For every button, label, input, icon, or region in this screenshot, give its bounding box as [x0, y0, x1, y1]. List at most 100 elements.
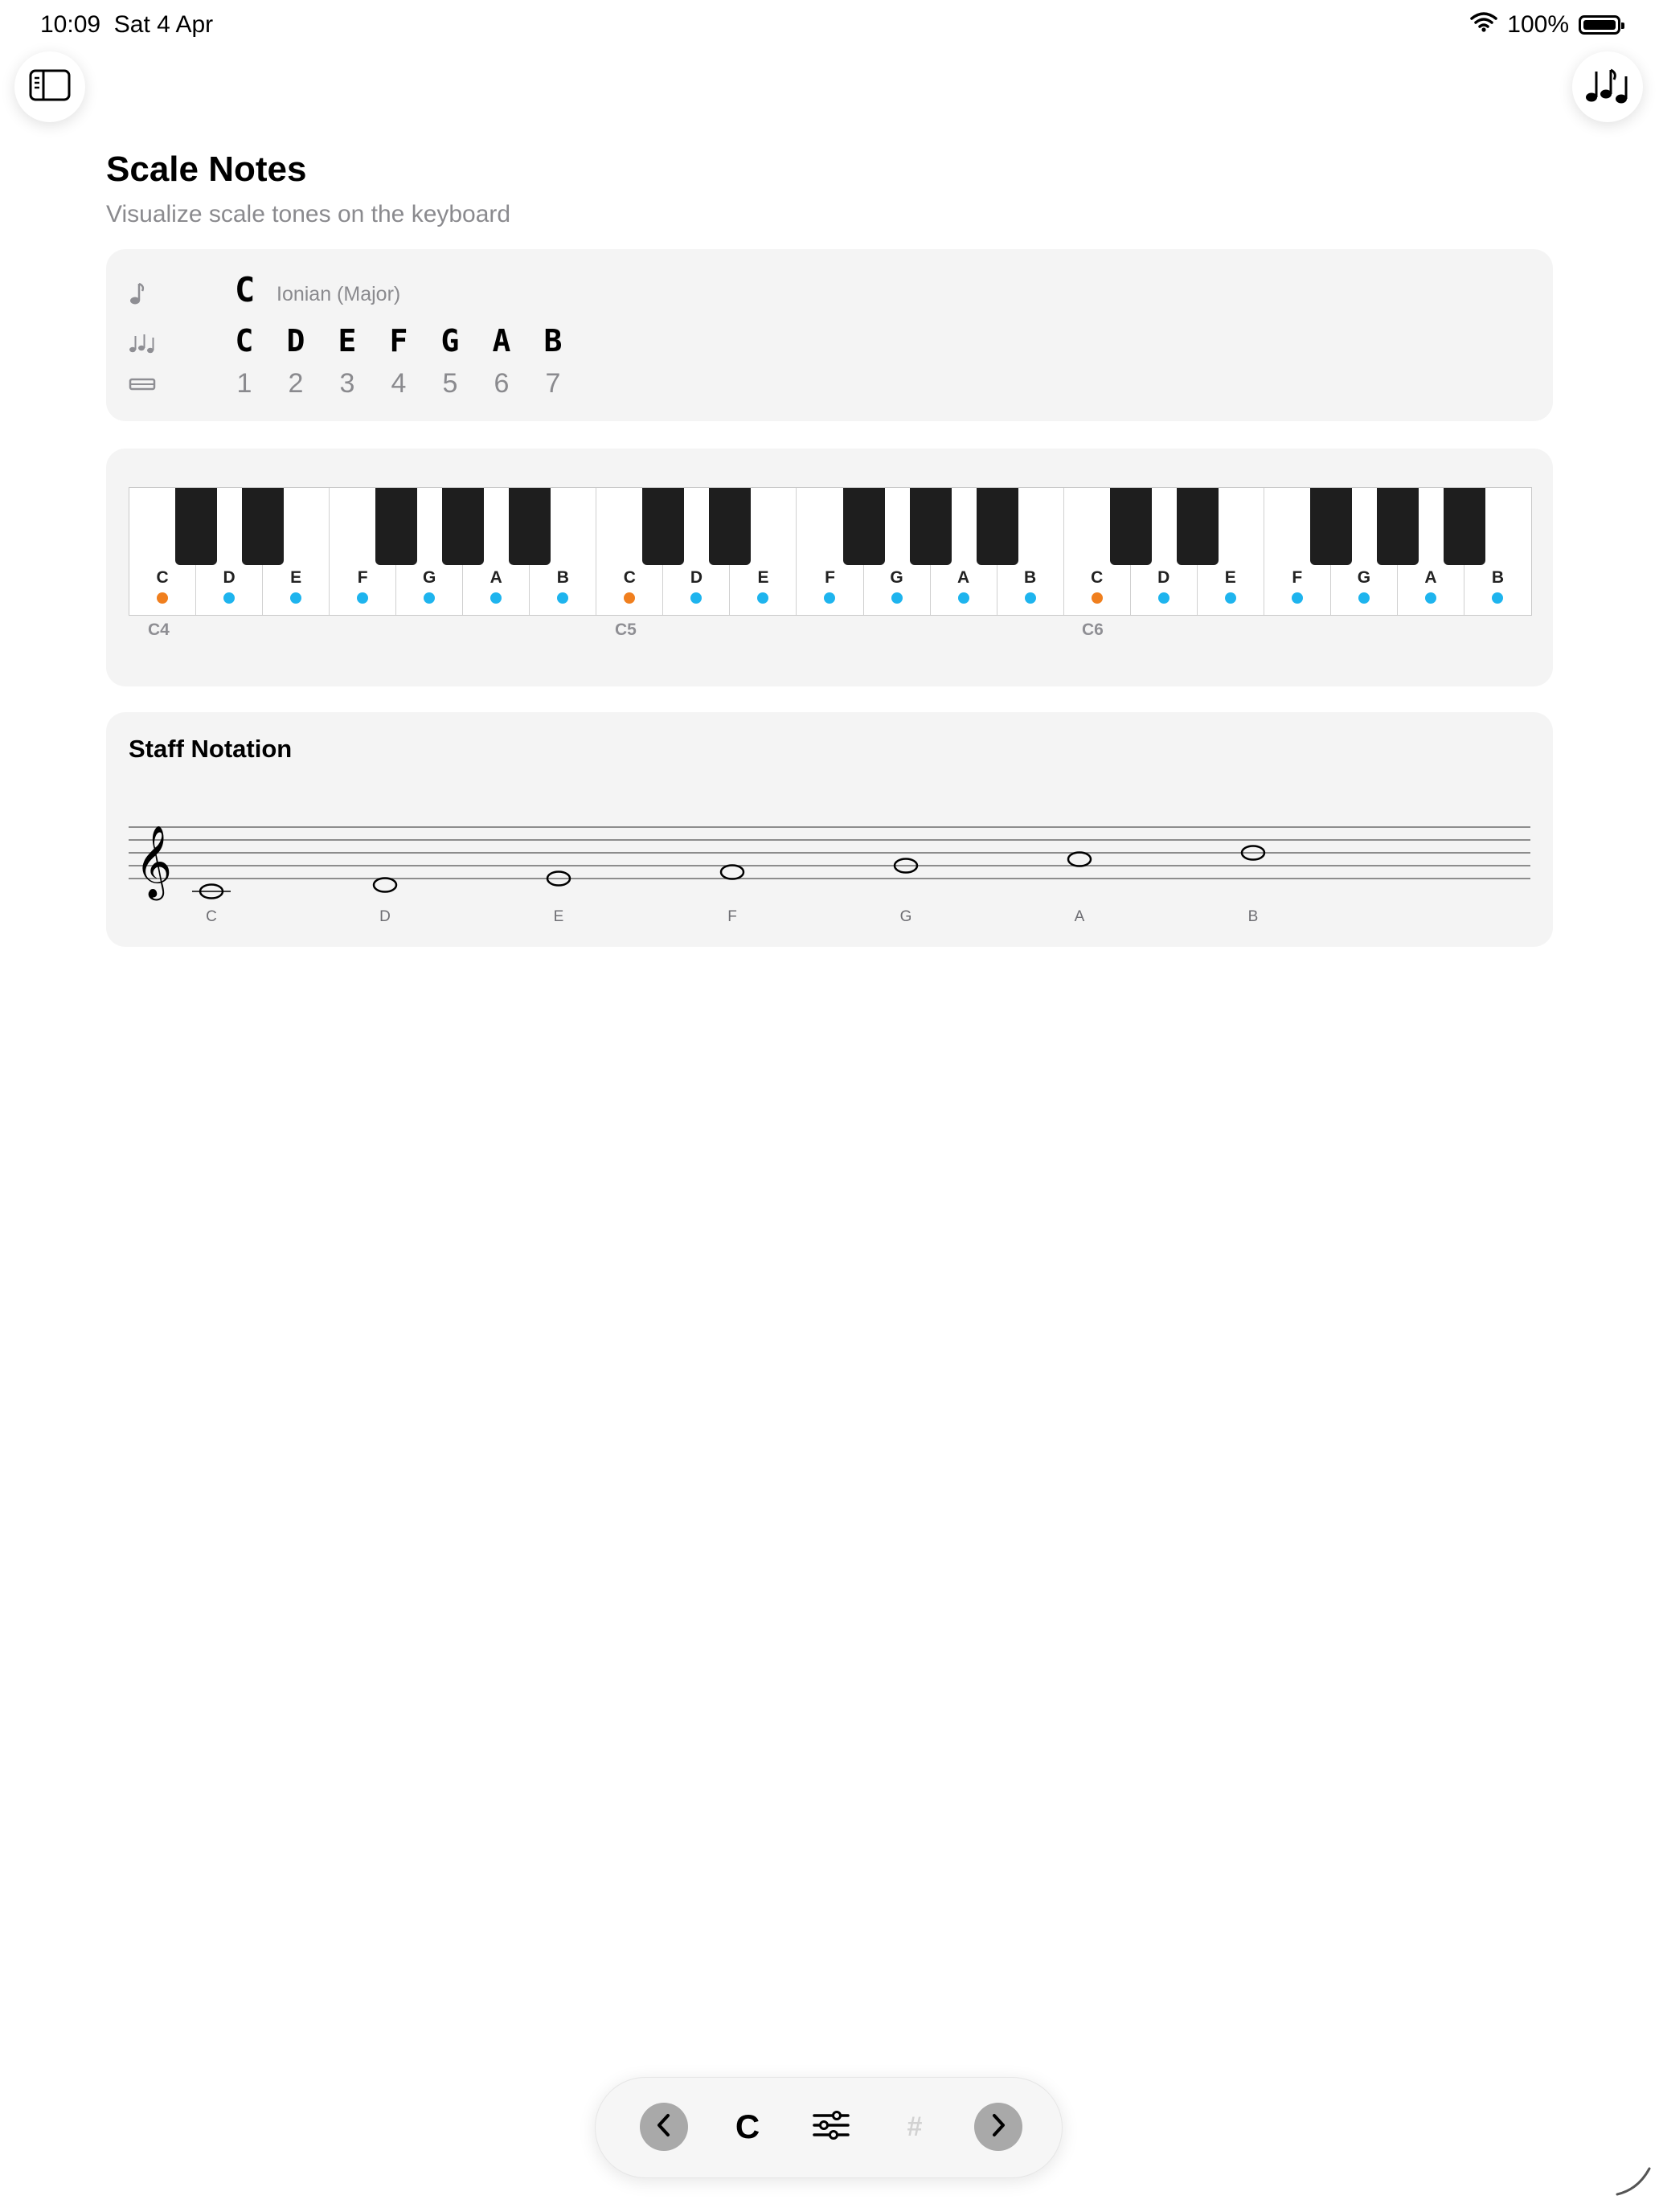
scale-note-dot: [690, 592, 703, 604]
scale-note-dot: [1424, 592, 1436, 604]
octave-label: C4: [148, 621, 170, 639]
black-key[interactable]: [1309, 488, 1352, 565]
single-note-icon: [129, 281, 146, 309]
scale-note-dot: [223, 592, 236, 604]
scale-degree: 2: [288, 368, 304, 399]
scale-note-dot: [290, 592, 302, 604]
scale-note-dot: [557, 592, 569, 604]
root-note-dot: [1091, 592, 1103, 604]
chevron-left-icon: [654, 2113, 674, 2141]
staff-note-label: F: [727, 908, 737, 925]
whole-note: [1067, 851, 1092, 867]
scale-note-dot: [1157, 592, 1169, 604]
settings-button[interactable]: [807, 2103, 855, 2151]
key-label: C: [623, 568, 636, 587]
scale-degree: 5: [442, 368, 458, 399]
key-selector-button[interactable]: C: [723, 2103, 772, 2151]
key-label: D: [1157, 568, 1170, 587]
scale-note-dot: [1224, 592, 1236, 604]
key-label: B: [1024, 568, 1037, 587]
key-label: C: [156, 568, 169, 587]
battery-icon: [1579, 15, 1624, 35]
key-label: E: [290, 568, 302, 587]
key-label: G: [890, 568, 903, 587]
root-note-dot: [624, 592, 636, 604]
scale-note-dot: [357, 592, 369, 604]
key-label: D: [690, 568, 703, 587]
piano-keyboard[interactable]: CDEFGABCDEFGABCDEFGAB: [129, 487, 1532, 616]
black-key[interactable]: [1176, 488, 1219, 565]
black-key[interactable]: [709, 488, 752, 565]
key-label: E: [1224, 568, 1236, 587]
staff-note-label: G: [899, 908, 912, 925]
scale-note: G: [440, 323, 460, 358]
black-key[interactable]: [1109, 488, 1152, 565]
mode-name: Ionian (Major): [276, 283, 401, 305]
scale-note: A: [492, 323, 511, 358]
whole-note: [719, 864, 745, 880]
scale-note-dot: [424, 592, 436, 604]
key-label: F: [825, 568, 835, 587]
root-note: C: [235, 270, 256, 309]
staff-note-label: E: [553, 908, 564, 925]
staff-notation-card: Staff Notation 𝄞 CDEFGAB: [106, 712, 1553, 947]
black-key[interactable]: [375, 488, 418, 565]
scribble-indicator-icon: [1614, 2165, 1653, 2202]
scale-note-dot: [1492, 592, 1504, 604]
key-label: E: [757, 568, 769, 587]
key-label: G: [423, 568, 436, 587]
scale-note: D: [286, 323, 305, 358]
keyboard-icon: [129, 376, 156, 396]
key-label: B: [556, 568, 569, 587]
black-key[interactable]: [442, 488, 485, 565]
black-key[interactable]: [175, 488, 218, 565]
scale-summary-card: C Ionian (Major) C D E F G A B 1 2 3 4 5…: [106, 249, 1553, 421]
scale-degree: 7: [545, 368, 561, 399]
staff-note-label: D: [379, 908, 391, 925]
scale-note-dot: [824, 592, 836, 604]
scale-degree: 4: [391, 368, 407, 399]
staff: 𝄞: [129, 825, 1530, 901]
sliders-icon: [813, 2109, 850, 2145]
status-time: 10:09: [40, 11, 101, 38]
keyboard-card: C D E F G A B C D E F G A B C D E F G A B C4 C5 C6: [106, 449, 1553, 686]
black-key[interactable]: [1443, 488, 1485, 565]
scale-note: C: [235, 323, 254, 358]
staff-lines: [129, 826, 1530, 879]
black-key[interactable]: [242, 488, 285, 565]
notes-icon: [129, 333, 156, 358]
scale-note-dot: [957, 592, 969, 604]
scale-degree: 3: [339, 368, 355, 399]
scale-note-dot: [757, 592, 769, 604]
previous-button[interactable]: [640, 2103, 688, 2151]
bottom-toolbar: C #: [595, 2077, 1063, 2178]
status-date: Sat 4 Apr: [113, 11, 214, 38]
wifi-icon: [1470, 11, 1498, 39]
whole-note: [372, 877, 398, 893]
music-notes-icon: [1585, 67, 1630, 108]
sidebar-toggle-button[interactable]: [14, 51, 85, 122]
black-key[interactable]: [642, 488, 685, 565]
scale-note-dot: [1291, 592, 1303, 604]
key-label: G: [1357, 568, 1371, 587]
key-label: A: [957, 568, 970, 587]
black-key[interactable]: [842, 488, 885, 565]
key-label: F: [357, 568, 368, 587]
scale-note: B: [543, 323, 563, 358]
key-label: A: [490, 568, 502, 587]
staff-note-label: B: [1247, 908, 1259, 925]
black-key[interactable]: [976, 488, 1018, 565]
scale-degree: 6: [494, 368, 510, 399]
chevron-right-icon: [989, 2113, 1008, 2141]
sidebar-toggle-icon: [29, 69, 71, 105]
status-right: 100%: [1470, 11, 1624, 39]
staff-note-label: C: [206, 908, 217, 925]
next-button[interactable]: [974, 2103, 1022, 2151]
scale-picker-button[interactable]: [1572, 51, 1643, 122]
key-label: C: [1091, 568, 1104, 587]
black-key[interactable]: [509, 488, 551, 565]
sharp-toggle-button[interactable]: #: [891, 2103, 939, 2151]
scale-note-dot: [1024, 592, 1036, 604]
black-key[interactable]: [1376, 488, 1419, 565]
black-key[interactable]: [909, 488, 952, 565]
